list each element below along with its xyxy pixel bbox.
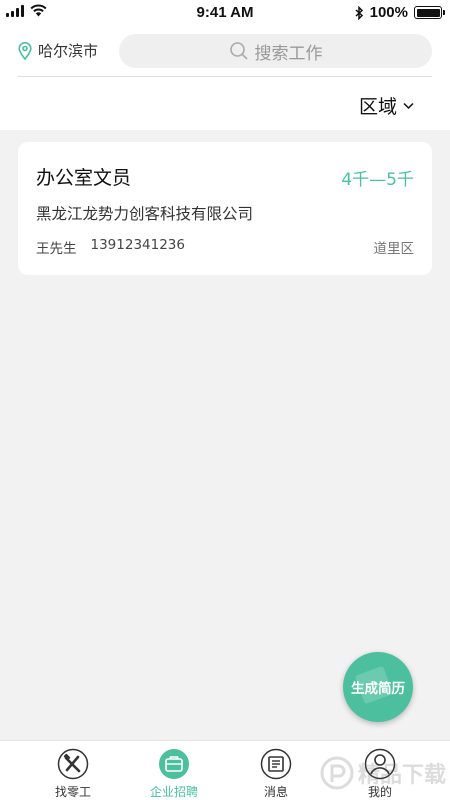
search-input[interactable]: 搜索工作 (119, 34, 432, 68)
search-icon (229, 42, 248, 60)
generate-resume-button[interactable]: 生成简历 (343, 652, 413, 722)
header: 哈尔滨市 搜索工作 区域 (0, 24, 450, 130)
contact-phone: 13912341236 (90, 237, 185, 253)
contact-name: 王先生 (36, 241, 77, 257)
watermark: 精品下载 (320, 748, 450, 798)
job-card[interactable]: 办公室文员 4千—5千 黑龙江龙势力创客科技有限公司 王先生 139123412… (18, 142, 432, 275)
region-filter-label: 区域 (358, 96, 397, 118)
status-bar: 9:41 AM 100% (0, 0, 450, 24)
briefcase-icon (157, 747, 191, 781)
generate-resume-label: 生成简历 (351, 681, 405, 697)
bluetooth-icon (355, 5, 363, 20)
tools-icon (56, 747, 90, 781)
job-title: 办公室文员 (36, 167, 132, 189)
tab-messages[interactable]: 消息 (241, 747, 311, 800)
tab-label: 找零工 (54, 785, 91, 799)
watermark-logo-icon (320, 756, 354, 790)
city-label: 哈尔滨市 (38, 42, 99, 60)
message-icon (259, 747, 293, 781)
search-placeholder: 搜索工作 (254, 43, 323, 64)
battery-percent: 100% (369, 4, 408, 21)
chevron-down-icon (403, 102, 414, 109)
battery-icon (414, 6, 445, 19)
job-salary: 4千—5千 (341, 170, 414, 190)
job-contact: 王先生 13912341236 (36, 237, 185, 257)
region-filter[interactable]: 区域 (359, 92, 414, 119)
status-right: 100% (355, 4, 445, 21)
job-company: 黑龙江龙势力创客科技有限公司 (36, 205, 254, 223)
watermark-text: 精品下载 (358, 763, 447, 788)
city-selector[interactable]: 哈尔滨市 (18, 40, 98, 61)
tab-odd-jobs[interactable]: 找零工 (38, 747, 108, 800)
location-pin-icon (18, 41, 32, 60)
header-divider (18, 76, 432, 77)
tab-label: 消息 (263, 785, 288, 799)
tab-label: 企业招聘 (149, 785, 198, 799)
job-district: 道里区 (373, 241, 415, 257)
tab-enterprise-recruit[interactable]: 企业招聘 (139, 747, 209, 800)
